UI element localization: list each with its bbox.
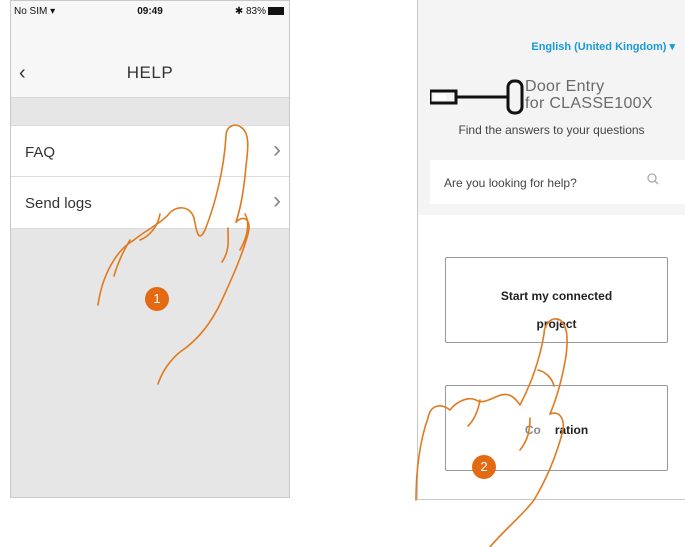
help-screen: No SIM ▾ 09:49 ✱ 83% ‹ HELP FAQ › Send l… [10, 0, 290, 498]
menu-item-label: Send logs [25, 195, 92, 212]
support-header: English (United Kingdom) ▾ Door Entry fo… [418, 0, 685, 215]
tagline: Find the answers to your questions [458, 123, 645, 137]
search-input[interactable]: Are you looking for help? [430, 160, 685, 204]
battery-status: ✱ 83% [235, 6, 284, 17]
nav-bar: ‹ HELP [11, 23, 289, 98]
step-badge: 2 [472, 455, 496, 479]
step-badge: 1 [145, 287, 169, 311]
support-screen: English (United Kingdom) ▾ Door Entry fo… [417, 0, 685, 500]
bluetooth-icon: ✱ [234, 6, 244, 17]
search-placeholder: Are you looking for help? [444, 176, 577, 190]
page-title: HELP [126, 63, 174, 82]
menu-item-send-logs[interactable]: Send logs › [11, 177, 289, 229]
button-label-line2: project [536, 317, 577, 331]
logo-text: Door Entry for CLASSE100X [525, 78, 653, 112]
caret-down-icon: ▾ [669, 41, 675, 53]
button-label-prefix: Co [524, 423, 541, 437]
menu-item-label: FAQ [25, 144, 56, 161]
menu-item-faq[interactable]: FAQ › [11, 125, 289, 177]
start-project-button[interactable]: Start my connected project [445, 257, 668, 343]
chevron-right-icon: › [273, 136, 281, 163]
help-menu: FAQ › Send logs › [11, 125, 289, 229]
battery-icon [268, 7, 284, 15]
button-label-line1: Start my connected [500, 289, 613, 303]
button-label-suffix: ration [554, 423, 589, 437]
language-selector[interactable]: English (United Kingdom) ▾ [531, 40, 675, 53]
status-bar: No SIM ▾ 09:49 ✱ 83% [11, 1, 289, 23]
logo-line1: Door Entry [525, 78, 605, 95]
logo-line2: for CLASSE100X [525, 95, 653, 112]
chevron-right-icon: › [273, 187, 281, 214]
search-icon [647, 173, 659, 185]
